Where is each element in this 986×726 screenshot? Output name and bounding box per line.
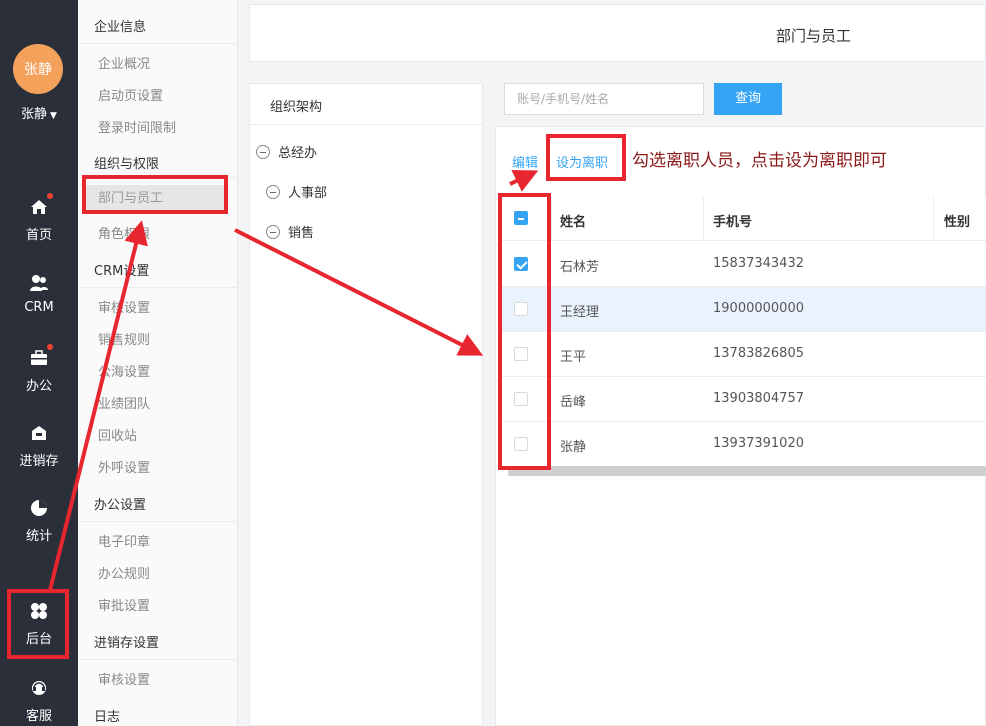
highlight-box-admin xyxy=(7,589,69,659)
tree-node-sales[interactable]: 销售 xyxy=(266,222,314,241)
briefcase-icon xyxy=(28,344,53,369)
org-structure-panel: 组织架构 总经办 人事部 销售 xyxy=(249,83,483,726)
warehouse-icon xyxy=(28,422,50,444)
menu-item[interactable]: 启动页设置 xyxy=(98,85,163,104)
table-row[interactable]: 王平 13783826805 xyxy=(502,332,986,377)
nav-label: 办公 xyxy=(25,379,52,394)
page-title: 部门与员工 xyxy=(776,27,852,45)
user-menu[interactable]: 张静 ▼ xyxy=(0,103,78,122)
nav-item-stats[interactable]: 统计 xyxy=(0,497,78,557)
collapse-icon[interactable] xyxy=(266,224,280,239)
headset-icon xyxy=(28,677,50,699)
horizontal-scrollbar[interactable] xyxy=(508,466,986,476)
nav-item-inventory[interactable]: 进销存 xyxy=(0,422,78,482)
menu-item[interactable]: 销售规则 xyxy=(98,329,150,348)
search-input[interactable]: 账号/手机号/姓名 xyxy=(504,83,704,115)
tree-node-label: 销售 xyxy=(288,226,315,241)
chevron-down-icon: ▼ xyxy=(50,111,57,121)
menu-section-title: 企业信息 xyxy=(94,20,147,35)
highlight-box-menu xyxy=(82,175,228,214)
tree-node-hr[interactable]: 人事部 xyxy=(266,182,327,201)
highlight-box-action xyxy=(546,134,626,181)
cell-name: 张静 xyxy=(560,440,587,455)
menu-item[interactable]: 公海设置 xyxy=(98,361,150,380)
divider xyxy=(78,43,238,44)
column-divider xyxy=(933,197,934,241)
tree-node-label: 人事部 xyxy=(288,186,328,201)
menu-section-title: 办公设置 xyxy=(94,498,147,513)
notification-dot xyxy=(47,193,53,199)
home-icon xyxy=(28,193,53,218)
cell-phone: 13903804757 xyxy=(713,391,804,406)
query-button[interactable]: 查询 xyxy=(714,83,782,115)
nav-label: 客服 xyxy=(25,709,52,724)
table-row[interactable]: 石林芳 15837343432 xyxy=(502,242,986,287)
menu-item[interactable]: 外呼设置 xyxy=(98,457,150,476)
collapse-icon[interactable] xyxy=(266,184,280,199)
column-header-gender: 性别 xyxy=(944,215,971,230)
nav-label: CRM xyxy=(24,300,54,315)
cell-phone: 15837343432 xyxy=(713,256,804,271)
cell-name: 石林芳 xyxy=(560,260,600,275)
column-divider xyxy=(551,197,552,241)
menu-item[interactable]: 审核设置 xyxy=(98,669,150,688)
divider xyxy=(78,287,238,288)
avatar[interactable]: 张静 xyxy=(13,44,63,94)
table-row[interactable]: 张静 13937391020 xyxy=(502,422,986,467)
cell-name: 岳峰 xyxy=(560,395,587,410)
notification-dot xyxy=(47,344,53,350)
table-row[interactable]: 岳峰 13903804757 xyxy=(502,377,986,422)
menu-section-title: CRM设置 xyxy=(94,264,150,279)
menu-item[interactable]: 登录时间限制 xyxy=(98,117,176,136)
collapse-icon[interactable] xyxy=(256,144,270,159)
nav-item-home[interactable]: 首页 xyxy=(0,193,78,256)
tree-node-general-office[interactable]: 总经办 xyxy=(256,142,317,161)
user-name: 张静 xyxy=(21,107,48,122)
column-header-phone: 手机号 xyxy=(713,215,753,230)
highlight-box-checkboxes xyxy=(498,193,551,470)
cell-name: 王经理 xyxy=(560,305,600,320)
menu-item[interactable]: 审批设置 xyxy=(98,595,150,614)
pie-chart-icon xyxy=(28,497,50,519)
annotation-text: 勾选离职人员，点击设为离职即可 xyxy=(632,151,887,171)
nav-label: 进销存 xyxy=(19,454,59,469)
menu-item[interactable]: 回收站 xyxy=(98,425,137,444)
table-row[interactable]: 王经理 19000000000 xyxy=(502,287,986,332)
menu-section-title: 组织与权限 xyxy=(94,157,160,172)
menu-item[interactable]: 审核设置 xyxy=(98,297,150,316)
menu-item[interactable]: 办公规则 xyxy=(98,563,150,582)
column-header-name: 姓名 xyxy=(560,215,587,230)
crm-users-icon xyxy=(28,272,50,294)
menu-section-title[interactable]: 日志 xyxy=(94,706,120,725)
menu-item[interactable]: 角色权限 xyxy=(98,223,150,242)
cell-phone: 13937391020 xyxy=(713,436,804,451)
cell-phone: 13783826805 xyxy=(713,346,804,361)
tree-node-label: 总经办 xyxy=(278,146,318,161)
table-header: 姓名 手机号 性别 xyxy=(502,197,986,241)
nav-label: 首页 xyxy=(25,228,52,243)
cell-name: 王平 xyxy=(560,350,587,365)
page-header: 部门与员工 xyxy=(249,4,986,62)
menu-item[interactable]: 业绩团队 xyxy=(98,393,150,412)
org-panel-title: 组织架构 xyxy=(270,100,323,115)
column-divider xyxy=(703,197,704,241)
nav-item-crm[interactable]: CRM xyxy=(0,272,78,332)
nav-label: 统计 xyxy=(25,529,52,544)
nav-item-support[interactable]: 客服 xyxy=(0,677,78,726)
edit-link[interactable]: 编辑 xyxy=(512,152,538,171)
menu-item[interactable]: 电子印章 xyxy=(98,531,150,550)
divider xyxy=(78,521,238,522)
menu-section-title: 进销存设置 xyxy=(94,636,160,651)
settings-menu: 企业信息 企业概况 启动页设置 登录时间限制 组织与权限 部门与员工 角色权限 … xyxy=(78,0,238,726)
menu-item[interactable]: 企业概况 xyxy=(98,53,150,72)
divider xyxy=(78,659,238,660)
cell-phone: 19000000000 xyxy=(713,301,804,316)
nav-item-office[interactable]: 办公 xyxy=(0,344,78,407)
divider xyxy=(250,124,482,125)
